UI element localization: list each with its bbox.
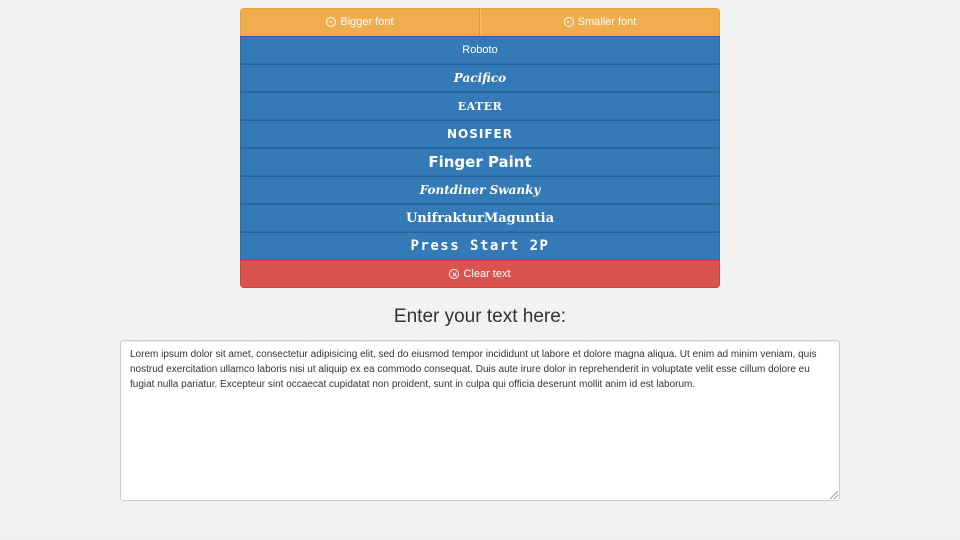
font-button-finger-paint[interactable]: Finger Paint	[240, 148, 720, 176]
font-button-fontdiner-swanky[interactable]: Fontdiner Swanky	[240, 176, 720, 204]
smaller-font-label: Smaller font	[577, 16, 637, 28]
font-button-pacifico[interactable]: Pacifico	[240, 64, 720, 92]
circle-arrow-up-icon	[326, 17, 337, 27]
resize-handle[interactable]	[830, 491, 838, 499]
font-control-panel: Bigger font Smaller font Roboto Pacifico…	[240, 8, 720, 288]
remove-circle-icon	[449, 269, 460, 279]
font-label-eater: EATER	[457, 99, 503, 113]
bigger-font-button[interactable]: Bigger font	[240, 8, 480, 36]
font-button-press-start-2p[interactable]: Press Start 2P	[240, 232, 720, 260]
font-label-pacifico: Pacifico	[453, 71, 507, 85]
font-label-fontdiner-swanky: Fontdiner Swanky	[419, 183, 541, 197]
font-size-controls: Bigger font Smaller font	[240, 8, 720, 36]
bigger-font-label: Bigger font	[340, 16, 394, 28]
smaller-font-button[interactable]: Smaller font	[480, 8, 720, 36]
text-editor[interactable]: Lorem ipsum dolor sit amet, consectetur …	[120, 340, 840, 501]
font-button-eater[interactable]: EATER	[240, 92, 720, 120]
font-label-finger-paint: Finger Paint	[428, 153, 532, 171]
page-heading: Enter your text here:	[393, 306, 567, 327]
font-button-unifrakturmaguntia[interactable]: UnifrakturMaguntia	[240, 204, 720, 232]
font-label-nosifer: NOSIFER	[447, 127, 513, 141]
font-button-nosifer[interactable]: NOSIFER	[240, 120, 720, 148]
font-label-roboto: Roboto	[462, 44, 498, 56]
circle-arrow-down-icon	[563, 17, 574, 27]
clear-text-button[interactable]: Clear text	[240, 260, 720, 288]
font-button-roboto[interactable]: Roboto	[240, 36, 720, 64]
clear-text-label: Clear text	[463, 268, 511, 280]
font-label-unifrakturmaguntia: UnifrakturMaguntia	[405, 210, 555, 226]
font-label-press-start-2p: Press Start 2P	[410, 238, 550, 254]
